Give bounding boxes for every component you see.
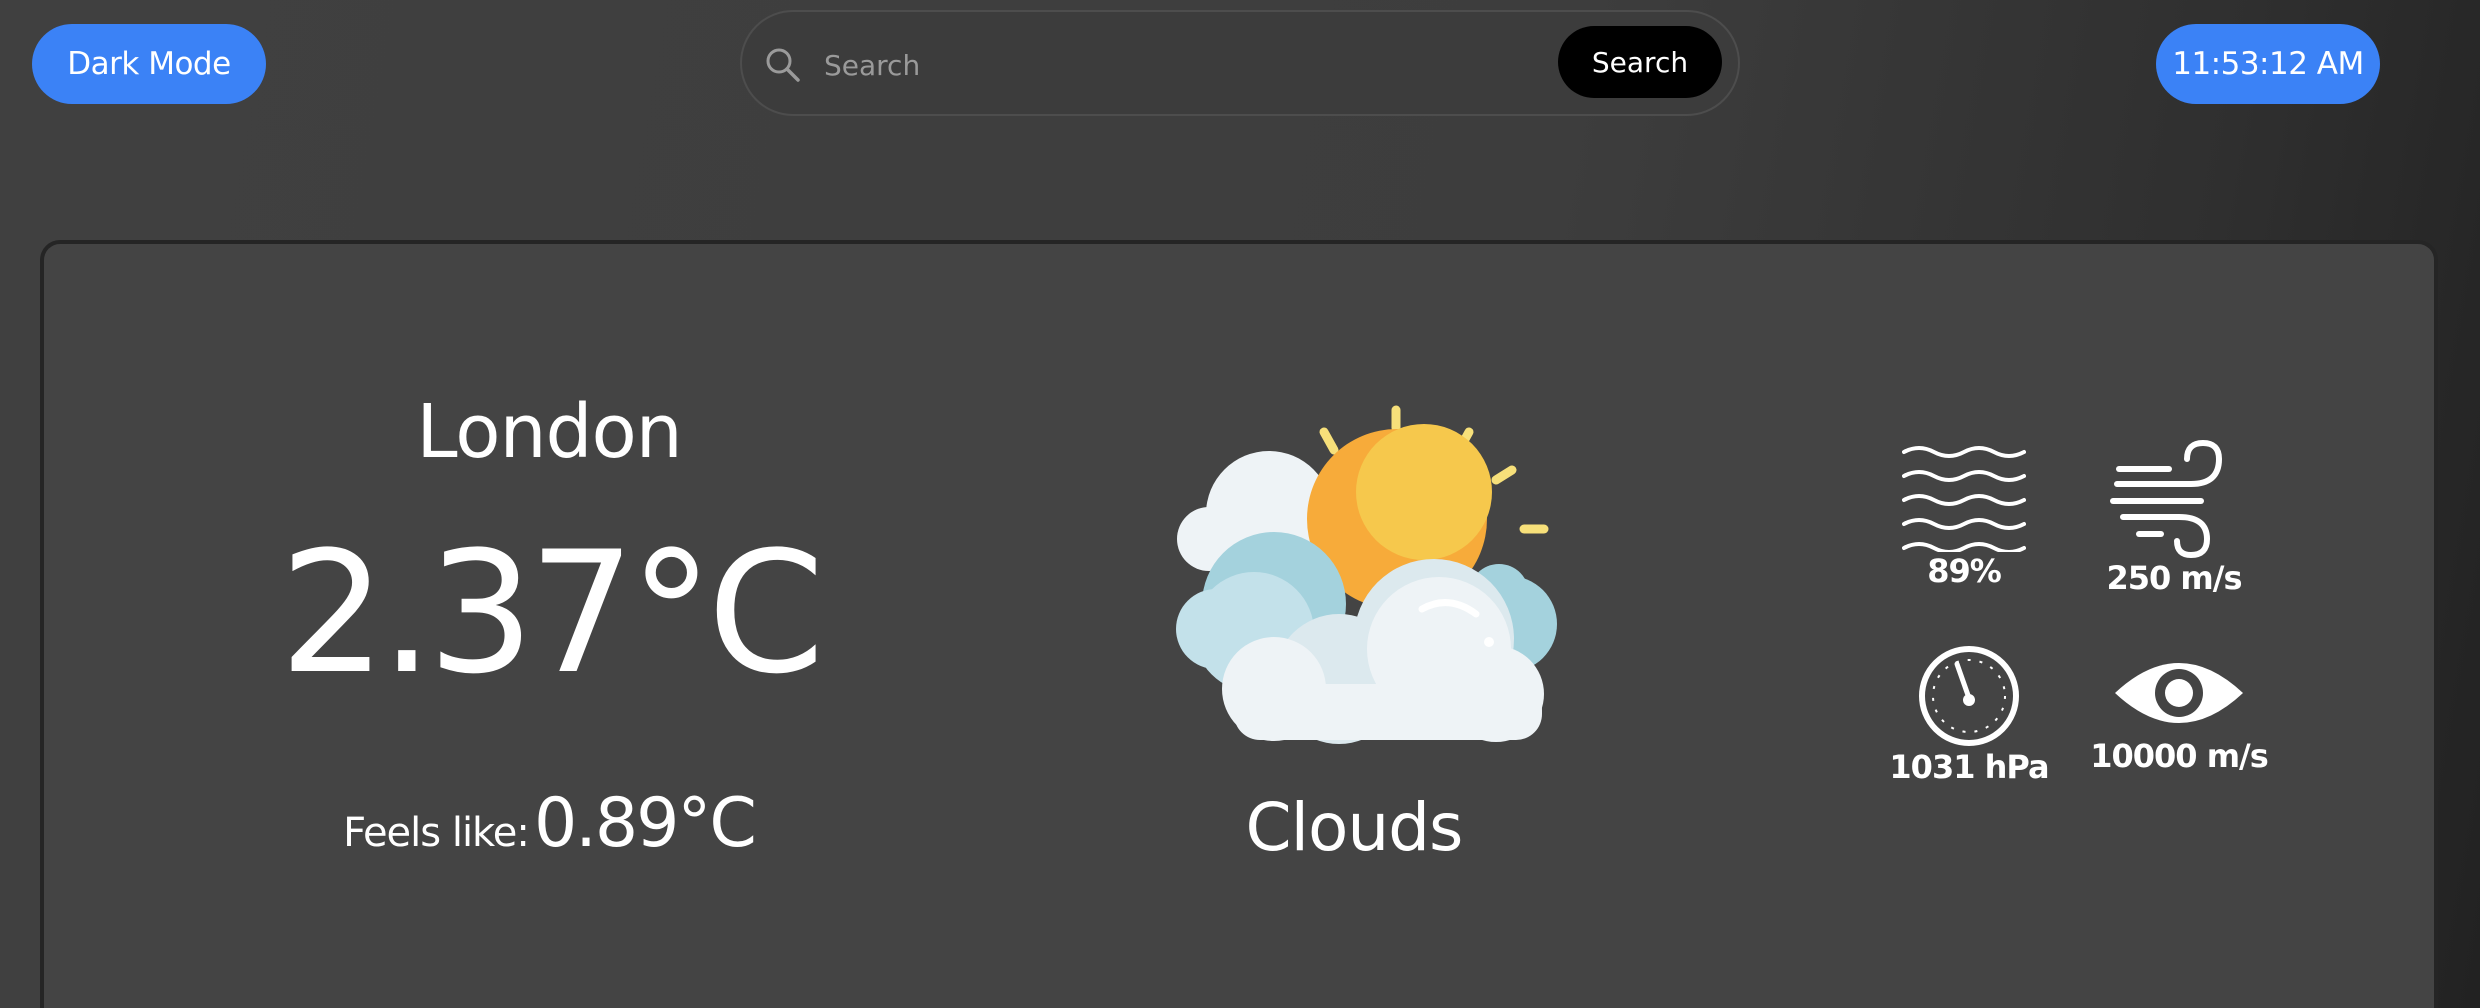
dark-mode-toggle-button[interactable]: Dark Mode: [32, 24, 266, 104]
humidity-waves-icon: [1864, 444, 2064, 552]
visibility-value: 10000 m/s: [2090, 737, 2269, 775]
search-button[interactable]: Search: [1558, 26, 1722, 98]
clock: 11:53:12 AM: [2156, 24, 2380, 104]
feels-like-value: 0.89°C: [533, 784, 757, 863]
eye-icon: [2044, 649, 2314, 737]
weather-condition: Clouds: [1245, 789, 1464, 866]
search-bar: Search: [740, 10, 1740, 116]
search-icon: [764, 46, 802, 84]
wind-icon: [2044, 439, 2304, 559]
sun-behind-clouds-icon: [1104, 384, 1584, 754]
visibility-stat: 10000 m/s: [2044, 649, 2314, 775]
humidity-stat: 89%: [1864, 444, 2064, 590]
wind-stat: 250 m/s: [2044, 439, 2304, 597]
humidity-value: 89%: [1927, 552, 2002, 590]
search-input[interactable]: [822, 36, 1486, 94]
weather-card: London 2.37°C Feels like: 0.89°C Clouds …: [40, 240, 2438, 1008]
city-name: London: [416, 389, 682, 475]
feels-like-label: Feels like:: [343, 810, 530, 856]
feels-like: Feels like: 0.89°C: [269, 784, 829, 863]
wind-value: 250 m/s: [2106, 559, 2242, 597]
temperature: 2.37°C: [279, 515, 824, 711]
